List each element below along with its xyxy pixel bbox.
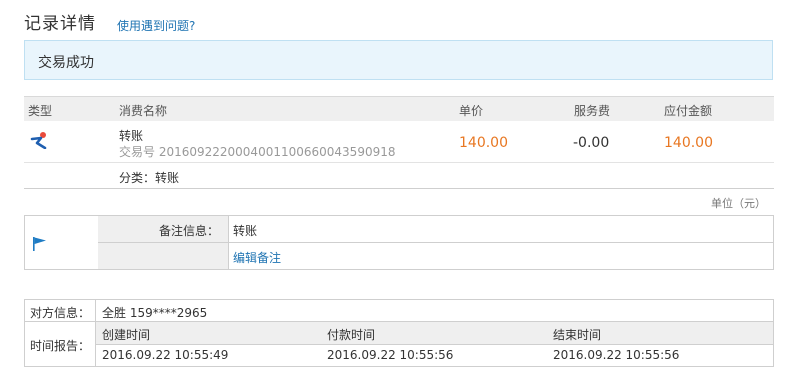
- category-text: 分类：转账: [119, 171, 180, 185]
- created-time-header: 创建时间: [102, 328, 151, 342]
- party-value: 全胜 159****2965: [102, 306, 208, 320]
- divider: [96, 344, 773, 345]
- payable-amount: 140.00: [664, 135, 713, 151]
- col-type: 类型: [28, 104, 53, 118]
- end-time: 2016.09.22 10:55:56: [553, 348, 680, 362]
- trade-number: 交易号 2016092220004001100660043590918: [119, 145, 396, 159]
- flag-icon: [32, 236, 48, 255]
- table-header: 类型 消费名称 单价 服务费 应付金额: [24, 96, 774, 121]
- category-row: 分类：转账: [24, 163, 774, 189]
- created-time: 2016.09.22 10:55:49: [102, 348, 229, 362]
- edit-note-link[interactable]: 编辑备注: [233, 249, 281, 266]
- col-payable: 应付金额: [664, 104, 713, 118]
- end-time-header: 结束时间: [553, 328, 602, 342]
- col-name: 消费名称: [119, 104, 168, 118]
- note-value: 转账: [233, 224, 258, 238]
- col-price: 单价: [459, 104, 484, 118]
- unit-price: 140.00: [459, 135, 508, 151]
- page-title: 记录详情: [24, 14, 96, 34]
- status-text: 交易成功: [38, 55, 94, 71]
- time-label: 时间报告：: [30, 339, 91, 353]
- paid-time-header: 付款时间: [327, 328, 376, 342]
- transfer-icon: [30, 131, 50, 152]
- table-row: 转账 交易号 2016092220004001100660043590918 1…: [24, 121, 774, 163]
- divider: [98, 242, 773, 243]
- note-label-cell: 备注信息：: [98, 216, 229, 242]
- note-label-cell-empty: [98, 243, 229, 269]
- status-banner: 交易成功: [24, 40, 773, 80]
- paid-time: 2016.09.22 10:55:56: [327, 348, 454, 362]
- item-name: 转账: [119, 129, 144, 143]
- time-header-row: 创建时间 付款时间 结束时间: [96, 322, 773, 344]
- unit-label: 单位（元）: [711, 197, 766, 210]
- col-fee: 服务费: [574, 104, 611, 118]
- info-box: 对方信息： 全胜 159****2965 创建时间 付款时间 结束时间 时间报告…: [24, 299, 774, 367]
- help-link[interactable]: 使用遇到问题?: [117, 17, 195, 34]
- note-box: 备注信息： 转账 编辑备注: [24, 215, 774, 270]
- note-flag-cell: [25, 216, 99, 269]
- note-label: 备注信息：: [158, 224, 219, 238]
- party-label: 对方信息：: [30, 306, 91, 320]
- service-fee: -0.00: [573, 135, 610, 151]
